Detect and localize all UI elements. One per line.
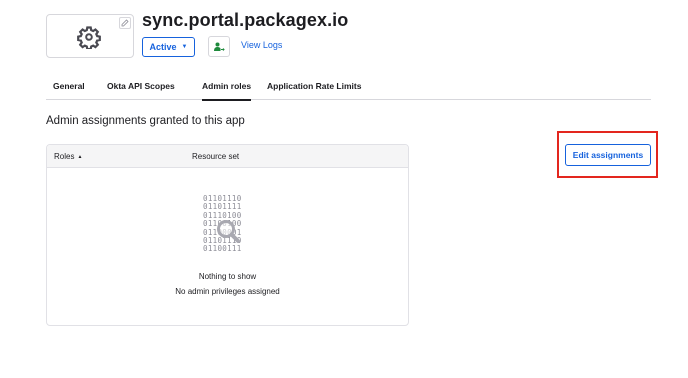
column-header-label: Roles	[54, 152, 75, 161]
push-status-button[interactable]	[208, 36, 230, 57]
empty-state-illustration: 01101110 01101111 01110100 01100100 0110…	[197, 194, 261, 265]
app-title: sync.portal.packagex.io	[142, 10, 349, 30]
tab-general[interactable]: General	[53, 81, 85, 99]
chevron-down-icon: ▼	[181, 44, 188, 50]
empty-state-title: Nothing to show	[198, 272, 257, 281]
section-title: Admin assignments granted to this app	[46, 115, 245, 127]
tab-admin-roles[interactable]: Admin roles	[202, 81, 252, 101]
sort-asc-icon: ▲	[77, 154, 83, 160]
edit-assignments-button[interactable]: Edit assignments	[565, 144, 651, 166]
tab-bar: General Okta API Scopes Admin roles Appl…	[46, 72, 651, 101]
status-dropdown[interactable]: Active ▼	[142, 37, 195, 57]
table-header: Roles ▲ Resource set	[47, 145, 408, 168]
status-label: Active	[149, 42, 177, 52]
edit-logo-button[interactable]	[119, 17, 131, 29]
magnifier-icon	[217, 220, 240, 243]
column-header-roles[interactable]: Roles ▲	[54, 152, 82, 161]
admin-assignments-table: Roles ▲ Resource set 01101110 01101111 01…	[46, 144, 409, 326]
empty-state-subtitle: No admin privileges assigned	[175, 287, 280, 296]
column-header-resource-set: Resource set	[192, 152, 240, 161]
app-logo	[46, 14, 134, 58]
tab-application-rate-limits[interactable]: Application Rate Limits	[267, 81, 361, 99]
view-logs-link[interactable]: View Logs	[241, 40, 282, 50]
user-push-icon	[214, 42, 225, 51]
pencil-icon	[121, 19, 129, 27]
gear-icon	[77, 26, 101, 49]
tab-okta-api-scopes[interactable]: Okta API Scopes	[107, 81, 175, 99]
